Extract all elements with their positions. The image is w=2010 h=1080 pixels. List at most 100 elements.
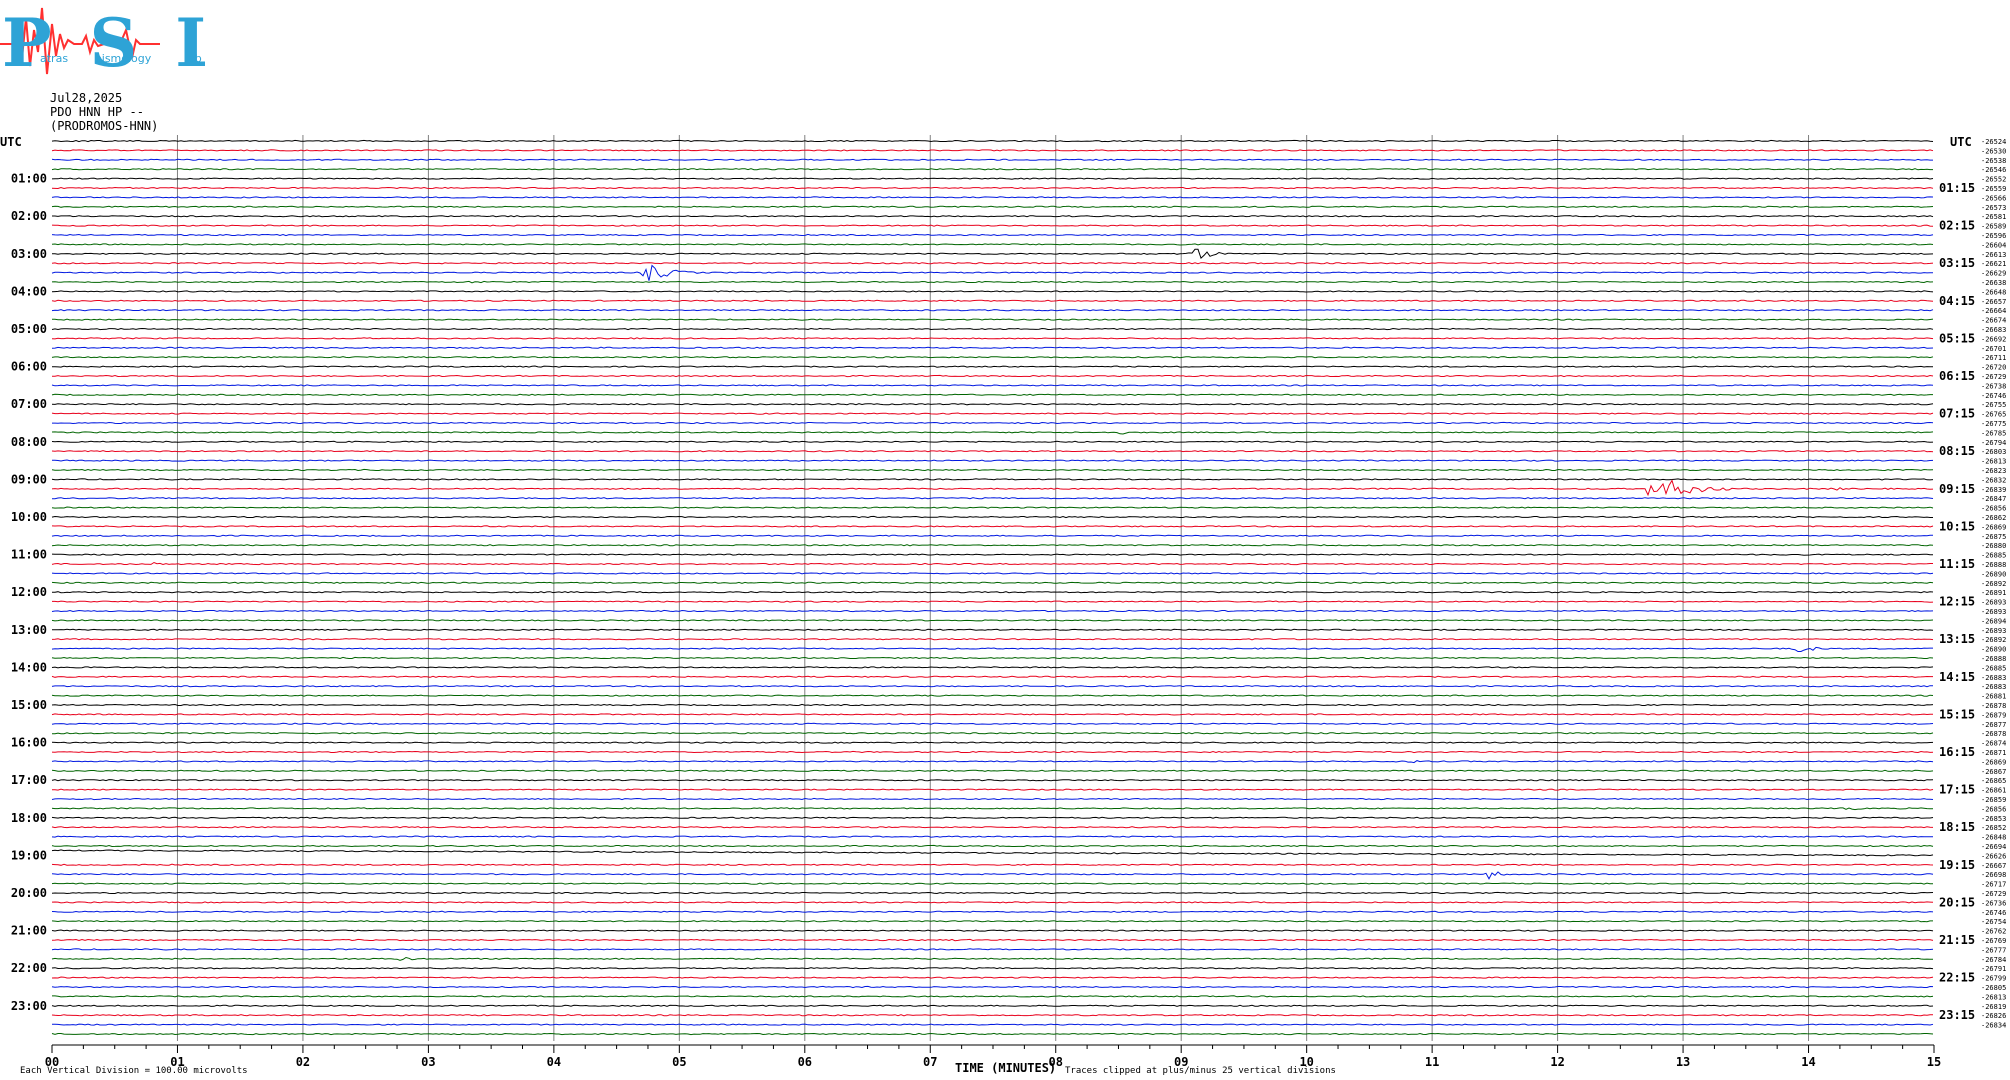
trace-line bbox=[51, 139, 1934, 143]
left-hour-label: 22:00 bbox=[11, 961, 47, 975]
line-offset-label: -26717 bbox=[1981, 881, 2006, 889]
line-offset-label: -26834 bbox=[1981, 1022, 2006, 1030]
right-hour-label: 04:15 bbox=[1939, 294, 1975, 308]
trace-line bbox=[51, 849, 1934, 857]
line-offset-label: -26891 bbox=[1981, 589, 2006, 597]
trace-line bbox=[51, 196, 1934, 199]
right-hour-label: 10:15 bbox=[1939, 519, 1975, 533]
trace-line bbox=[51, 412, 1934, 415]
trace-line bbox=[51, 863, 1934, 866]
right-hour-label: 11:15 bbox=[1939, 557, 1975, 571]
line-offset-label: -26664 bbox=[1981, 307, 2006, 315]
trace-line bbox=[51, 675, 1933, 678]
left-hour-label: 10:00 bbox=[11, 510, 47, 524]
line-offset-label: -26853 bbox=[1981, 815, 2006, 823]
left-hour-label: 05:00 bbox=[11, 322, 47, 336]
left-hour-label: 12:00 bbox=[11, 585, 47, 599]
line-offset-label: -26729 bbox=[1981, 373, 2006, 381]
left-hour-label: 09:00 bbox=[11, 472, 47, 486]
line-offset-label: -26890 bbox=[1981, 570, 2006, 578]
line-offset-label: -26880 bbox=[1981, 542, 2006, 550]
trace-line bbox=[51, 356, 1934, 359]
line-offset-label: -26893 bbox=[1981, 599, 2006, 607]
line-offset-label: -26832 bbox=[1981, 476, 2006, 484]
trace-line bbox=[51, 468, 1934, 472]
trace-line bbox=[51, 365, 1933, 368]
line-offset-label: -26683 bbox=[1981, 326, 2006, 334]
trace-line bbox=[51, 581, 1934, 584]
trace-line bbox=[51, 694, 1934, 697]
line-offset-label: -26892 bbox=[1981, 580, 2006, 588]
right-hour-label: 02:15 bbox=[1939, 219, 1975, 233]
trace-line bbox=[51, 553, 1933, 556]
trace-line bbox=[51, 901, 1934, 904]
line-offset-label: -26552 bbox=[1981, 176, 2006, 184]
trace-line bbox=[51, 243, 1934, 246]
line-offset-label: -26867 bbox=[1981, 768, 2006, 776]
trace-line bbox=[52, 732, 1934, 735]
left-hour-label: 15:00 bbox=[11, 698, 47, 712]
trace-line bbox=[52, 788, 1934, 791]
right-hour-label: 20:15 bbox=[1939, 895, 1975, 909]
line-offset-label: -26573 bbox=[1981, 204, 2006, 212]
trace-line bbox=[51, 956, 1933, 961]
trace-line bbox=[51, 327, 1934, 331]
trace-line bbox=[51, 431, 1934, 435]
line-offset-label: -26524 bbox=[1981, 138, 2006, 146]
line-offset-label: -26581 bbox=[1981, 213, 2006, 221]
line-offset-label: -26852 bbox=[1981, 824, 2006, 832]
trace-line bbox=[51, 722, 1934, 725]
trace-line bbox=[51, 149, 1934, 152]
trace-line bbox=[51, 224, 1934, 227]
x-tick-label: 14 bbox=[1801, 1055, 1815, 1069]
trace-line bbox=[51, 478, 1934, 481]
trace-line bbox=[51, 479, 1934, 497]
right-hour-label: 23:15 bbox=[1939, 1008, 1975, 1022]
left-hour-label: 23:00 bbox=[11, 999, 47, 1013]
line-offset-label: -26819 bbox=[1981, 1003, 2006, 1011]
line-offset-label: -26667 bbox=[1981, 862, 2006, 870]
trace-line bbox=[51, 591, 1934, 594]
trace-line bbox=[52, 628, 1934, 631]
trace-line bbox=[51, 807, 1934, 811]
line-offset-label: -26657 bbox=[1981, 298, 2006, 306]
left-hour-label: 06:00 bbox=[11, 360, 47, 374]
right-hour-label: 06:15 bbox=[1939, 369, 1975, 383]
left-hour-label: 03:00 bbox=[11, 247, 47, 261]
line-offset-label: -26765 bbox=[1981, 411, 2006, 419]
x-tick-label: 15 bbox=[1927, 1055, 1941, 1069]
line-offset-label: -26879 bbox=[1981, 711, 2006, 719]
line-offset-label: -26566 bbox=[1981, 194, 2006, 202]
line-offset-label: -26839 bbox=[1981, 486, 2006, 494]
trace-line bbox=[51, 685, 1934, 688]
right-hour-label: 07:15 bbox=[1939, 407, 1975, 421]
left-hour-label: 19:00 bbox=[11, 848, 47, 862]
x-axis-title: TIME (MINUTES) bbox=[955, 1061, 1056, 1075]
line-offset-label: -26890 bbox=[1981, 646, 2006, 654]
line-offset-label: -26875 bbox=[1981, 533, 2006, 541]
trace-line bbox=[51, 826, 1934, 829]
left-hour-label: 01:00 bbox=[11, 172, 47, 186]
line-offset-label: -26729 bbox=[1981, 890, 2006, 898]
right-hour-label: 09:15 bbox=[1939, 482, 1975, 496]
line-offset-label: -26589 bbox=[1981, 223, 2006, 231]
trace-line bbox=[51, 318, 1934, 321]
right-hour-label: 14:15 bbox=[1939, 670, 1975, 684]
right-hour-label: 21:15 bbox=[1939, 933, 1975, 947]
trace-line bbox=[51, 760, 1934, 764]
line-offset-label: -26892 bbox=[1981, 636, 2006, 644]
trace-line bbox=[51, 638, 1934, 641]
line-offset-label: -26698 bbox=[1981, 871, 2006, 879]
line-offset-label: -26893 bbox=[1981, 608, 2006, 616]
left-hour-label: 20:00 bbox=[11, 886, 47, 900]
line-offset-label: -26613 bbox=[1981, 251, 2006, 259]
line-offset-label: -26794 bbox=[1981, 439, 2006, 447]
trace-line bbox=[51, 779, 1934, 782]
x-tick-label: 04 bbox=[547, 1055, 561, 1069]
trace-line bbox=[51, 891, 1934, 895]
x-tick-label: 07 bbox=[923, 1055, 937, 1069]
right-hour-label: 12:15 bbox=[1939, 595, 1975, 609]
trace-line bbox=[51, 534, 1933, 537]
trace-line bbox=[51, 280, 1934, 284]
trace-line bbox=[51, 440, 1934, 443]
